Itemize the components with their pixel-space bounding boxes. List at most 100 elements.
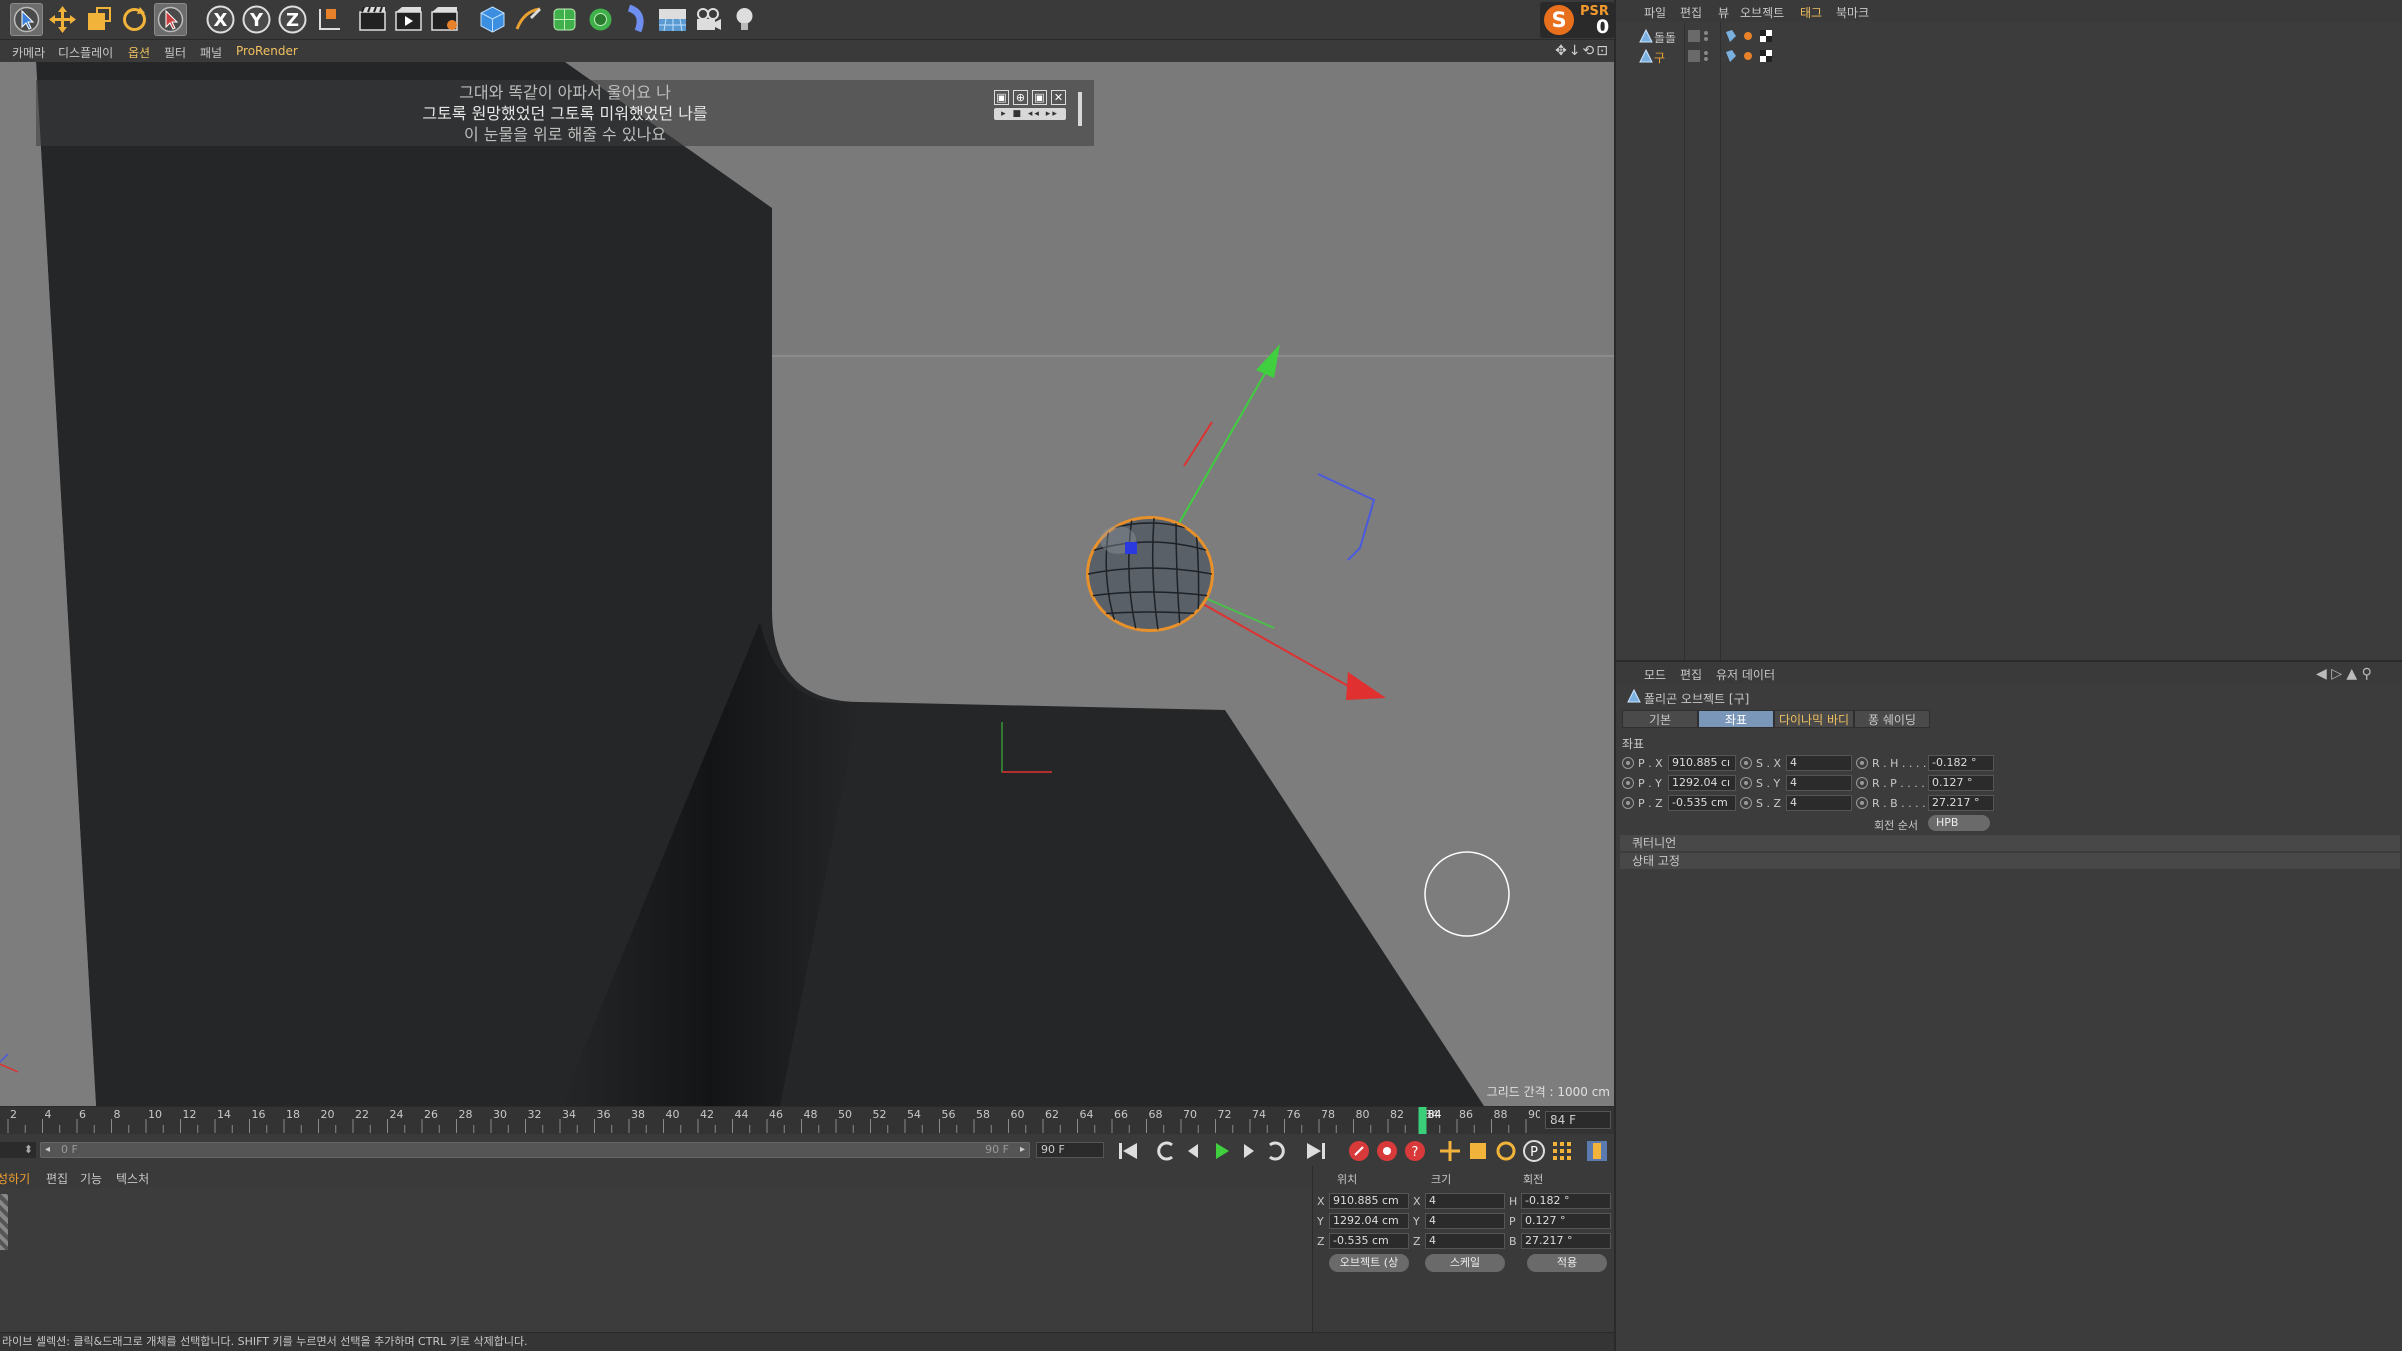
menu-view[interactable]: 뷰 xyxy=(1718,4,1729,21)
previous-frame-icon[interactable] xyxy=(1180,1138,1206,1164)
next-frame-icon[interactable] xyxy=(1236,1138,1262,1164)
tag-icons[interactable] xyxy=(1724,28,1772,44)
range-left-arrow-icon[interactable]: ◂ xyxy=(45,1143,50,1157)
go-to-end-icon[interactable] xyxy=(1303,1138,1329,1164)
render-picture-viewer-icon[interactable] xyxy=(392,3,425,36)
menu-panel[interactable]: 패널 xyxy=(200,44,222,61)
3d-viewport[interactable]: 그대와 똑같이 아파서 울어요 나 그토록 원망했었던 그토록 미워했었던 나를… xyxy=(0,62,1614,1106)
light-icon[interactable] xyxy=(728,3,761,36)
tag-icons[interactable] xyxy=(1724,48,1772,64)
object-row-doldol[interactable]: 돌돌 xyxy=(1616,26,2402,46)
previous-key-icon[interactable] xyxy=(1152,1138,1178,1164)
move-tool-icon[interactable] xyxy=(46,3,79,36)
keyframe-selection-icon[interactable]: ? xyxy=(1402,1138,1428,1164)
go-to-start-icon[interactable] xyxy=(1115,1138,1141,1164)
range-right-arrow-icon[interactable]: ▸ xyxy=(1020,1143,1025,1157)
position-x-field[interactable]: 910.885 cm xyxy=(1329,1193,1409,1209)
position-z-field[interactable]: -0.535 cm xyxy=(1329,1233,1409,1249)
scale-z-anim-radio[interactable] xyxy=(1740,797,1752,809)
attribute-nav-icons[interactable]: ◀ ▷ ▲ ⚲ xyxy=(2316,666,2372,682)
menu-texture[interactable]: 텍스처 xyxy=(116,1170,149,1187)
lyric-scrollbar[interactable] xyxy=(1078,92,1082,126)
scale-tool-icon[interactable] xyxy=(82,3,115,36)
lyric-window-button[interactable]: ▣ xyxy=(1032,90,1047,105)
menu-prorender[interactable]: ProRender xyxy=(236,44,298,58)
key-parameter-icon[interactable]: P xyxy=(1521,1138,1547,1164)
live-selection-icon[interactable] xyxy=(10,3,43,36)
size-y-field[interactable]: 4 xyxy=(1425,1213,1505,1229)
rotation-p-field[interactable]: 0.127 ° xyxy=(1521,1213,1611,1229)
timeline-ruler[interactable]: 2 4 6 8 10 12 14 16 18 20 22 24 26 28 30 32 34 36 38 40 42 44… xyxy=(0,1106,1614,1135)
pos-y-anim-radio[interactable] xyxy=(1622,777,1634,789)
y-axis-lock-icon[interactable]: Y xyxy=(240,3,273,36)
menu-create[interactable]: 생성하기 xyxy=(0,1170,30,1187)
rot-b-anim-radio[interactable] xyxy=(1856,797,1868,809)
key-rotation-icon[interactable] xyxy=(1493,1138,1519,1164)
render-view-icon[interactable] xyxy=(356,3,389,36)
object-row-sphere[interactable]: 구 xyxy=(1616,46,2402,66)
menu-camera[interactable]: 카메라 xyxy=(12,44,45,61)
render-settings-icon[interactable] xyxy=(428,3,461,36)
tab-dynamic-body[interactable]: 다이나믹 바디 xyxy=(1774,710,1854,728)
deformer-icon[interactable] xyxy=(620,3,653,36)
menu-function[interactable]: 기능 xyxy=(80,1170,102,1187)
lyric-add-button[interactable]: ⊕ xyxy=(1013,90,1028,105)
material-manager-area[interactable] xyxy=(0,1188,1312,1332)
size-z-field[interactable]: 4 xyxy=(1425,1233,1505,1249)
range-max-field[interactable]: 90 F xyxy=(1036,1142,1104,1158)
sphere-object[interactable] xyxy=(1086,516,1214,632)
fold-freeze-transform[interactable]: 상태 고정 xyxy=(1620,853,2400,869)
pos-x-field[interactable]: 910.885 cı xyxy=(1668,755,1736,771)
menu-file[interactable]: 파일 xyxy=(1644,4,1666,21)
scale-x-field[interactable]: 4 xyxy=(1786,755,1852,771)
pos-x-anim-radio[interactable] xyxy=(1622,757,1634,769)
timeline-layout-icon[interactable] xyxy=(1584,1138,1610,1164)
range-min-field[interactable]: ⬍ xyxy=(0,1142,36,1158)
position-y-field[interactable]: 1292.04 cm xyxy=(1329,1213,1409,1229)
rot-p-field[interactable]: 0.127 ° xyxy=(1928,775,1994,791)
array-icon[interactable] xyxy=(584,3,617,36)
record-active-objects-icon[interactable] xyxy=(1346,1138,1372,1164)
pos-z-anim-radio[interactable] xyxy=(1622,797,1634,809)
timeline-ticks[interactable]: 2 4 6 8 10 12 14 16 18 20 22 24 26 28 30 32 34 36 38 40 42 44… xyxy=(0,1107,1540,1135)
tab-phong[interactable]: 퐁 쉐이딩 xyxy=(1854,710,1930,728)
visibility-toggle-icon[interactable] xyxy=(1688,49,1712,63)
rot-h-field[interactable]: -0.182 ° xyxy=(1928,755,1994,771)
lyric-close-button[interactable]: ✕ xyxy=(1051,90,1066,105)
apply-button[interactable]: 적용 xyxy=(1527,1254,1607,1272)
cube-icon[interactable] xyxy=(476,3,509,36)
rot-p-anim-radio[interactable] xyxy=(1856,777,1868,789)
next-key-icon[interactable] xyxy=(1264,1138,1290,1164)
size-x-field[interactable]: 4 xyxy=(1425,1193,1505,1209)
fold-quaternion[interactable]: 쿼터니언 xyxy=(1620,835,2400,851)
autokeying-icon[interactable] xyxy=(1374,1138,1400,1164)
menu-objects[interactable]: 오브젝트 xyxy=(1740,4,1784,21)
z-axis-lock-icon[interactable]: Z xyxy=(276,3,309,36)
material-thumbnail[interactable] xyxy=(0,1194,8,1250)
scale-x-anim-radio[interactable] xyxy=(1740,757,1752,769)
subdivision-surface-icon[interactable] xyxy=(548,3,581,36)
pos-z-field[interactable]: -0.535 cm xyxy=(1668,795,1736,811)
x-axis-lock-icon[interactable]: X xyxy=(204,3,237,36)
pen-icon[interactable] xyxy=(512,3,545,36)
tab-basic[interactable]: 기본 xyxy=(1622,710,1698,728)
key-scale-icon[interactable] xyxy=(1465,1138,1491,1164)
tab-coordinates[interactable]: 좌표 xyxy=(1698,710,1774,728)
play-icon[interactable] xyxy=(1208,1138,1234,1164)
menu-tags[interactable]: 태그 xyxy=(1800,4,1822,21)
visibility-toggle-icon[interactable] xyxy=(1688,29,1712,43)
menu-edit[interactable]: 편집 xyxy=(1680,4,1702,21)
rot-h-anim-radio[interactable] xyxy=(1856,757,1868,769)
scale-y-anim-radio[interactable] xyxy=(1740,777,1752,789)
menu-options[interactable]: 옵션 xyxy=(128,44,150,61)
scale-y-field[interactable]: 4 xyxy=(1786,775,1852,791)
scale-z-field[interactable]: 4 xyxy=(1786,795,1852,811)
menu-edit[interactable]: 편집 xyxy=(46,1170,68,1187)
camera-icon[interactable] xyxy=(692,3,725,36)
viewport-navigation-icons[interactable]: ✥↓⟲⊡ xyxy=(1555,43,1610,59)
menu-filter[interactable]: 필터 xyxy=(164,44,186,61)
lyric-playback-bar[interactable]: ▸ ■ ◂◂ ▸▸ xyxy=(994,108,1066,120)
coordinate-mode-dropdown[interactable]: 오브젝트 (상 xyxy=(1329,1254,1409,1272)
menu-display[interactable]: 디스플레이 xyxy=(58,44,113,61)
pos-y-field[interactable]: 1292.04 cı xyxy=(1668,775,1736,791)
